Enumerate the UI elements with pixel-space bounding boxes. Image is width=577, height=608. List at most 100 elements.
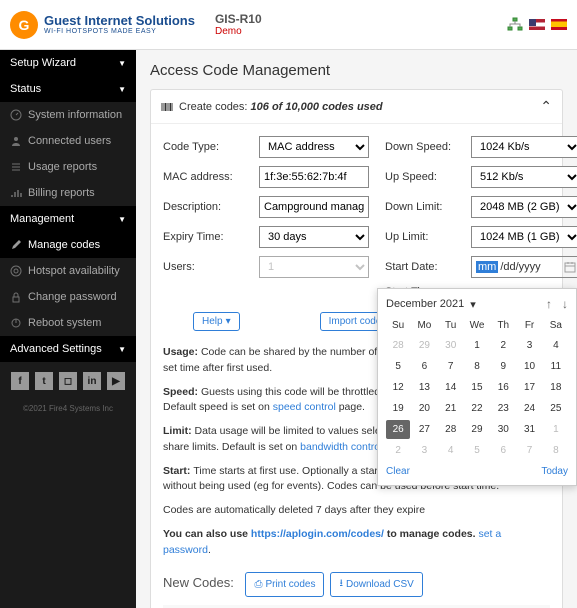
sidebar: Setup Wizard▼ Status▼ System information… bbox=[0, 50, 136, 608]
dp-day[interactable]: 29 bbox=[412, 336, 436, 355]
sidebar-item-billing[interactable]: Billing reports bbox=[0, 180, 136, 206]
sidebar-item-password[interactable]: Change password bbox=[0, 284, 136, 310]
dp-day[interactable]: 15 bbox=[465, 378, 489, 397]
flag-es-icon[interactable] bbox=[551, 19, 567, 30]
down-limit-select[interactable]: 2048 MB (2 GB) bbox=[471, 196, 577, 218]
dp-day[interactable]: 8 bbox=[465, 357, 489, 376]
dp-day[interactable]: 29 bbox=[465, 420, 489, 439]
sidebar-item-connected[interactable]: Connected users bbox=[0, 128, 136, 154]
sidebar-item-sysinfo[interactable]: System information bbox=[0, 102, 136, 128]
dp-day[interactable]: 19 bbox=[386, 399, 410, 418]
speed-control-link[interactable]: speed control bbox=[273, 401, 336, 413]
dp-day[interactable]: 3 bbox=[517, 336, 541, 355]
twitter-icon[interactable]: t bbox=[35, 372, 53, 390]
main-content: Access Code Management Create codes: 106… bbox=[136, 50, 577, 608]
dp-day[interactable]: 9 bbox=[491, 357, 515, 376]
dp-day[interactable]: 5 bbox=[465, 441, 489, 460]
dp-day[interactable]: 27 bbox=[412, 420, 436, 439]
dp-day[interactable]: 4 bbox=[439, 441, 463, 460]
dp-day[interactable]: 18 bbox=[544, 378, 568, 397]
sidebar-item-usage[interactable]: Usage reports bbox=[0, 154, 136, 180]
mac-label: MAC address: bbox=[163, 171, 243, 183]
panel-header[interactable]: Create codes: 106 of 10,000 codes used ⌃ bbox=[151, 90, 562, 124]
dp-day[interactable]: 28 bbox=[386, 336, 410, 355]
dp-day[interactable]: 12 bbox=[386, 378, 410, 397]
dp-day[interactable]: 3 bbox=[412, 441, 436, 460]
chevron-up-icon[interactable]: ⌃ bbox=[540, 98, 552, 115]
dp-day[interactable]: 11 bbox=[544, 357, 568, 376]
network-icon[interactable] bbox=[507, 17, 523, 33]
dp-day[interactable]: 16 bbox=[491, 378, 515, 397]
dp-day[interactable]: 23 bbox=[491, 399, 515, 418]
dp-day[interactable]: 20 bbox=[412, 399, 436, 418]
dp-day[interactable]: 30 bbox=[439, 336, 463, 355]
dp-day[interactable]: 30 bbox=[491, 420, 515, 439]
sidebar-item-reboot[interactable]: Reboot system bbox=[0, 310, 136, 336]
desc-input[interactable] bbox=[259, 196, 369, 218]
up-limit-select[interactable]: 1024 MB (1 GB) bbox=[471, 226, 577, 248]
dp-day[interactable]: 8 bbox=[544, 441, 568, 460]
down-speed-select[interactable]: 1024 Kb/s bbox=[471, 136, 577, 158]
up-speed-select[interactable]: 512 Kb/s bbox=[471, 166, 577, 188]
dp-day[interactable]: 17 bbox=[517, 378, 541, 397]
download-icon: ⭳ bbox=[339, 576, 343, 593]
youtube-icon[interactable]: ▶ bbox=[107, 372, 125, 390]
facebook-icon[interactable]: f bbox=[11, 372, 29, 390]
dp-day[interactable]: 31 bbox=[517, 420, 541, 439]
dp-next-icon[interactable]: ↓ bbox=[562, 297, 568, 311]
sidebar-item-hotspot[interactable]: Hotspot availability bbox=[0, 258, 136, 284]
dp-prev-icon[interactable]: ↑ bbox=[546, 297, 552, 311]
dp-day[interactable]: 7 bbox=[517, 441, 541, 460]
sidebar-item-codes[interactable]: Manage codes bbox=[0, 232, 136, 258]
calendar-icon[interactable] bbox=[564, 261, 576, 273]
datepicker[interactable]: December 2021▾ ↑↓ SuMoTuWeThFrSa28293012… bbox=[377, 288, 577, 486]
dp-today[interactable]: Today bbox=[541, 466, 568, 477]
dp-day[interactable]: 24 bbox=[517, 399, 541, 418]
sidebar-adv[interactable]: Advanced Settings▼ bbox=[0, 336, 136, 362]
expiry-select[interactable]: 30 days bbox=[259, 226, 369, 248]
start-date-input[interactable]: mm/dd/yyyy bbox=[471, 256, 577, 278]
dp-day[interactable]: 2 bbox=[491, 336, 515, 355]
dp-day[interactable]: 4 bbox=[544, 336, 568, 355]
dp-day[interactable]: 13 bbox=[412, 378, 436, 397]
logo: G Guest Internet Solutions WI-FI HOTSPOT… bbox=[10, 11, 195, 39]
dp-day[interactable]: 10 bbox=[517, 357, 541, 376]
dp-day[interactable]: 21 bbox=[439, 399, 463, 418]
code-type-select[interactable]: MAC address bbox=[259, 136, 369, 158]
download-csv-button[interactable]: ⭳ Download CSV bbox=[330, 572, 422, 597]
brand-sub: WI-FI HOTSPOTS MADE EASY bbox=[44, 28, 195, 36]
sidebar-setup[interactable]: Setup Wizard▼ bbox=[0, 50, 136, 76]
expiry-label: Expiry Time: bbox=[163, 231, 243, 243]
dp-day[interactable]: 6 bbox=[491, 441, 515, 460]
print-codes-button[interactable]: ⎙ Print codes bbox=[245, 572, 324, 597]
dp-dow: Tu bbox=[439, 317, 463, 334]
sidebar-status[interactable]: Status▼ bbox=[0, 76, 136, 102]
instagram-icon[interactable]: ◻ bbox=[59, 372, 77, 390]
dp-day[interactable]: 22 bbox=[465, 399, 489, 418]
dp-day[interactable]: 7 bbox=[439, 357, 463, 376]
dp-day[interactable]: 1 bbox=[465, 336, 489, 355]
bandwidth-control-link[interactable]: bandwidth control bbox=[300, 441, 382, 453]
linkedin-icon[interactable]: in bbox=[83, 372, 101, 390]
dp-dow: We bbox=[465, 317, 489, 334]
dp-day[interactable]: 26 bbox=[386, 420, 410, 439]
aplogin-link[interactable]: https://aplogin.com/codes/ bbox=[251, 528, 384, 540]
sidebar-mgmt[interactable]: Management▼ bbox=[0, 206, 136, 232]
social-links: f t ◻ in ▶ bbox=[0, 362, 136, 400]
help-button[interactable]: Help ▾ bbox=[193, 312, 240, 331]
mac-input[interactable] bbox=[259, 166, 369, 188]
power-icon bbox=[10, 317, 22, 329]
dp-clear[interactable]: Clear bbox=[386, 466, 410, 477]
dp-day[interactable]: 25 bbox=[544, 399, 568, 418]
start-date-label: Start Date: bbox=[385, 261, 455, 273]
dp-day[interactable]: 14 bbox=[439, 378, 463, 397]
dp-day[interactable]: 2 bbox=[386, 441, 410, 460]
down-limit-label: Down Limit: bbox=[385, 201, 455, 213]
dp-month[interactable]: December 2021 bbox=[386, 298, 464, 310]
dp-day[interactable]: 1 bbox=[544, 420, 568, 439]
dp-day[interactable]: 28 bbox=[439, 420, 463, 439]
dp-day[interactable]: 5 bbox=[386, 357, 410, 376]
dp-day[interactable]: 6 bbox=[412, 357, 436, 376]
up-speed-label: Up Speed: bbox=[385, 171, 455, 183]
flag-us-icon[interactable] bbox=[529, 19, 545, 30]
